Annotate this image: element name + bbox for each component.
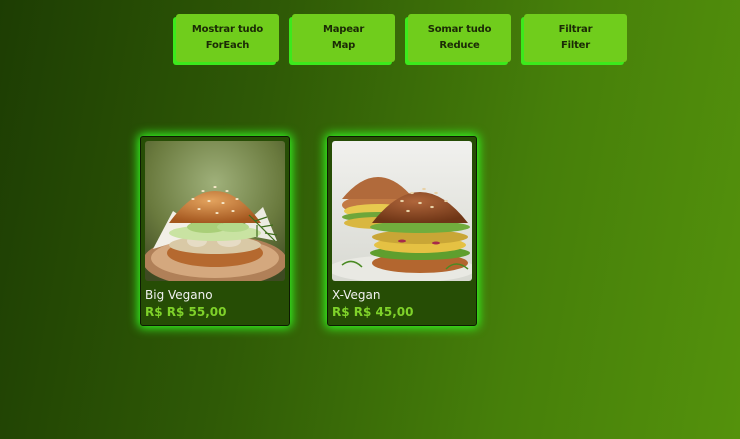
product-list: Big Vegano R$ R$ 55,00 X-Vegan R$ R$ 45,… xyxy=(140,136,477,326)
sum-reduce-button[interactable]: Somar tudo Reduce xyxy=(408,14,511,62)
burger-photo xyxy=(145,141,285,281)
product-price: R$ R$ 45,00 xyxy=(332,305,414,319)
button-label: Mapear xyxy=(322,24,365,35)
product-card: X-Vegan R$ R$ 45,00 xyxy=(327,136,477,326)
product-name: Big Vegano xyxy=(145,288,213,302)
show-all-foreach-button[interactable]: Mostrar tudo ForEach xyxy=(176,14,279,62)
burger-photo xyxy=(332,141,472,281)
button-label: Mostrar tudo xyxy=(191,24,264,35)
product-card: Big Vegano R$ R$ 55,00 xyxy=(140,136,290,326)
filter-button[interactable]: Filtrar Filter xyxy=(524,14,627,62)
button-sublabel: Reduce xyxy=(439,40,480,51)
map-button[interactable]: Mapear Map xyxy=(292,14,395,62)
button-sublabel: Map xyxy=(331,40,356,51)
product-price: R$ R$ 55,00 xyxy=(145,305,227,319)
button-sublabel: Filter xyxy=(561,40,590,51)
button-label: Filtrar xyxy=(558,24,593,35)
action-button-bar: Mostrar tudo ForEach Mapear Map Somar tu… xyxy=(176,14,627,62)
button-label: Somar tudo xyxy=(427,24,492,35)
button-sublabel: ForEach xyxy=(205,40,250,51)
product-name: X-Vegan xyxy=(332,288,381,302)
